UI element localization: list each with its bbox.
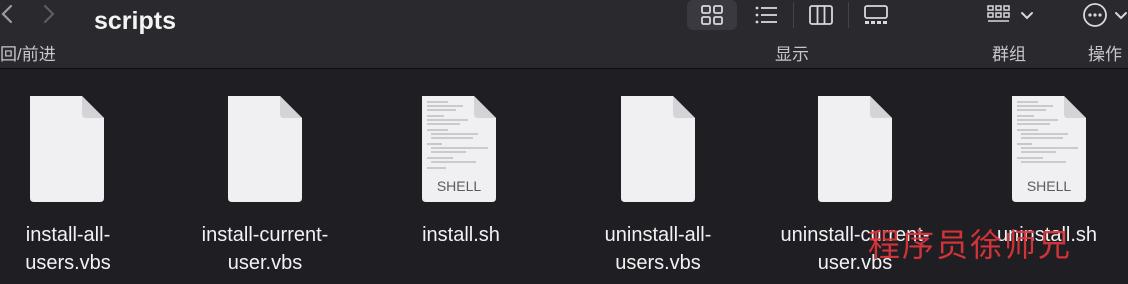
document-icon: [621, 96, 695, 202]
window-title: scripts: [94, 7, 176, 35]
ellipsis-circle-icon: [1083, 3, 1107, 27]
file-name: install.sh: [422, 224, 500, 246]
display-label: 显示: [775, 45, 809, 64]
nav-label: 回/前进: [0, 45, 56, 64]
column-view-icon: [809, 5, 833, 25]
icon-view-button[interactable]: [687, 0, 737, 30]
action-label: 操作: [1088, 45, 1122, 64]
file-name: install-all-users.vbs: [25, 224, 111, 274]
toolbar-divider: [848, 2, 849, 28]
chevron-down-icon: [1021, 12, 1033, 20]
toolbar-divider: [793, 2, 794, 28]
back-button[interactable]: [0, 2, 20, 26]
watermark-text: 程序员徐师兄: [868, 226, 1073, 264]
finder-toolbar: scripts 回/前进 显示 群组 操作: [0, 0, 1128, 69]
gallery-view-button[interactable]: [851, 0, 901, 30]
chevron-right-icon: [43, 4, 55, 24]
group-button[interactable]: [986, 0, 1046, 30]
list-view-button[interactable]: [741, 0, 791, 30]
list-view-icon: [755, 6, 777, 24]
document-icon: [228, 96, 302, 202]
document-icon: [818, 96, 892, 202]
shell-badge: SHELL: [436, 178, 482, 194]
group-icon: [987, 5, 1010, 22]
forward-button[interactable]: [36, 2, 60, 26]
file-name: install-current-user.vbs: [201, 224, 329, 274]
chevron-down-icon: [1115, 12, 1127, 20]
shell-badge: SHELL: [1026, 178, 1072, 194]
grid-view-icon: [701, 5, 723, 25]
column-view-button[interactable]: [796, 0, 846, 30]
action-button[interactable]: [1082, 0, 1128, 30]
file-name: uninstall-all-users.vbs: [604, 224, 712, 274]
group-label: 群组: [992, 45, 1026, 64]
chevron-left-icon: [1, 4, 13, 24]
gallery-view-icon: [864, 5, 888, 24]
document-icon: [30, 96, 104, 202]
